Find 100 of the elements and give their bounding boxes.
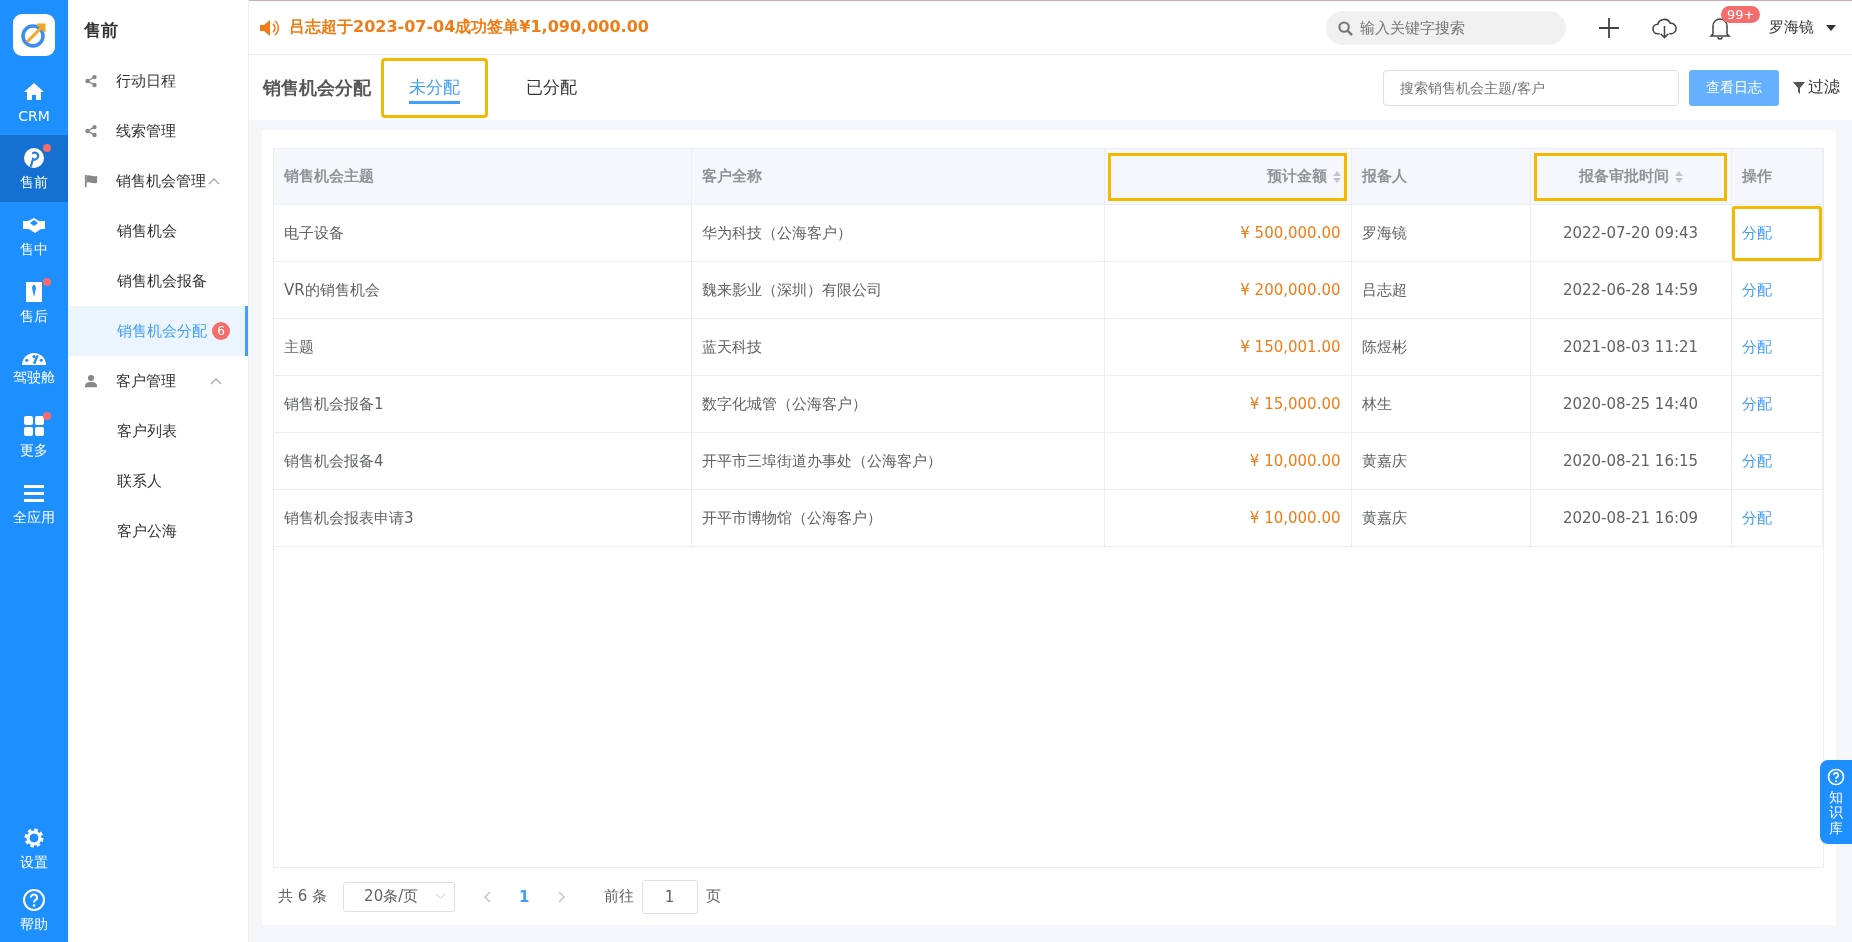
flag-icon (84, 174, 98, 188)
gauge-icon (22, 352, 46, 365)
table-cell: 陈煜彬 (1351, 318, 1530, 376)
nav-item[interactable]: 售后 (0, 269, 68, 336)
total-count: 共 6 条 (278, 887, 328, 906)
table-cell: 2020-08-21 16:15 (1530, 432, 1731, 490)
assign-link[interactable]: 分配 (1741, 280, 1772, 299)
sidebar-label: 销售机会管理 (116, 171, 206, 191)
page-input[interactable]: 1 (641, 879, 698, 914)
view-log-button[interactable]: 查看日志 (1689, 69, 1779, 106)
nav-item[interactable]: 更多 (0, 403, 68, 470)
sidebar-label: 客户公海 (117, 521, 177, 541)
sidebar-title: 售前 (83, 19, 119, 42)
sidebar-item[interactable]: 客户管理 (68, 356, 248, 406)
sidebar-label: 客户列表 (117, 421, 177, 441)
speaker-icon (259, 18, 279, 37)
table-cell: 2020-08-25 14:40 (1530, 375, 1731, 433)
table-cell: 蓝天科技 (691, 318, 1104, 376)
filter-button[interactable]: 过滤 (1793, 77, 1840, 98)
sidebar-item[interactable]: 客户列表 (68, 406, 248, 456)
sidebar-item[interactable]: 行动日程 (68, 56, 248, 106)
table-cell: 2020-08-21 16:09 (1530, 489, 1731, 547)
knowledge-base-tab[interactable]: 知识库 (1820, 760, 1852, 845)
column-header: 报备人 (1351, 149, 1530, 205)
table-cell: 林生 (1351, 375, 1530, 433)
assign-link[interactable]: 分配 (1741, 394, 1772, 413)
page-size-select[interactable]: 20条/页 (343, 881, 456, 912)
nav-item[interactable]: 帮助 (0, 880, 68, 942)
table-cell: ¥ 15,000.00 (1104, 375, 1351, 433)
page-title: 销售机会分配 (263, 75, 371, 100)
sidebar-item[interactable]: 客户公海 (68, 506, 248, 556)
search-field[interactable]: 搜索销售机会主题/客户 (1383, 69, 1679, 106)
table-cell: 2022-07-20 09:43 (1530, 204, 1731, 262)
assign-link[interactable]: 分配 (1741, 451, 1772, 470)
assign-link[interactable]: 分配 (1741, 337, 1772, 356)
sidebar-item[interactable]: 联系人 (68, 456, 248, 506)
sidebar-label: 销售机会 (117, 221, 177, 241)
table-cell: 2022-06-28 14:59 (1530, 261, 1731, 319)
table-cell: 开平市博物馆（公海客户） (691, 489, 1104, 547)
nav-item[interactable]: 全应用 (0, 470, 68, 537)
share-icon (84, 124, 98, 138)
table-cell: 销售机会报备1 (274, 375, 691, 433)
goto-label: 前往 (603, 887, 634, 906)
sidebar-label: 销售机会报备 (117, 271, 207, 291)
tab[interactable]: 已分配 (498, 57, 605, 118)
settings-icon (22, 826, 46, 850)
search-icon (1338, 20, 1353, 36)
sidebar-label: 行动日程 (116, 71, 176, 91)
assign-link[interactable]: 分配 (1741, 223, 1772, 242)
sidebar-label: 联系人 (117, 471, 162, 491)
chevron-icon (435, 893, 447, 900)
table-cell: 电子设备 (274, 204, 691, 262)
tab[interactable]: 未分配 (381, 57, 488, 118)
page-number[interactable]: 1 (519, 887, 530, 906)
help-icon (1827, 768, 1845, 786)
user-menu[interactable]: 罗海镜 (1769, 18, 1836, 37)
table-cell: 主题 (274, 318, 691, 376)
table-cell: ¥ 200,000.00 (1104, 261, 1351, 319)
table-cell: VR的销售机会 (274, 261, 691, 319)
nav-item[interactable]: 售中 (0, 202, 68, 269)
column-header: 销售机会主题 (274, 149, 691, 205)
cloud-download-icon[interactable] (1652, 16, 1677, 39)
column-header[interactable]: 预计金额 (1104, 149, 1351, 205)
table-cell: 2021-08-03 11:21 (1530, 318, 1731, 376)
table-cell: ¥ 10,000.00 (1104, 432, 1351, 490)
sidebar-item[interactable]: 销售机会管理 (68, 156, 248, 206)
caret-icon (1826, 24, 1836, 31)
sidebar-label: 客户管理 (116, 371, 176, 391)
search-field[interactable]: 输入关键字搜索 (1326, 10, 1566, 45)
table-cell: 黄嘉庆 (1351, 489, 1530, 547)
nav-item[interactable]: 驾驶舱 (0, 336, 68, 403)
column-header: 操作 (1731, 149, 1823, 205)
table-cell: 数字化城管（公海客户） (691, 375, 1104, 433)
sidebar-item[interactable]: 销售机会分配 6 (68, 306, 248, 356)
table-cell: ¥ 150,001.00 (1104, 318, 1351, 376)
count-badge: 6 (212, 322, 230, 340)
notification-badge: 99+ (1721, 5, 1761, 23)
help-icon (22, 888, 46, 912)
table-cell: 销售机会报表申请3 (274, 489, 691, 547)
page-unit: 页 (705, 887, 721, 906)
table-cell: 销售机会报备4 (274, 432, 691, 490)
sidebar-item[interactable]: 销售机会 (68, 206, 248, 256)
table-cell: 吕志超 (1351, 261, 1530, 319)
nav-item[interactable]: 售前 (0, 135, 68, 202)
sidebar-item[interactable]: 线索管理 (68, 106, 248, 156)
table-cell: 魏来影业（深圳）有限公司 (691, 261, 1104, 319)
sidebar-label: 线索管理 (116, 121, 176, 141)
nav-item[interactable]: CRM (0, 68, 68, 135)
grid-icon (22, 413, 46, 438)
pin-icon (22, 145, 46, 170)
funnel-icon (1793, 81, 1805, 94)
user-icon (84, 374, 98, 388)
table-cell: 开平市三埠街道办事处（公海客户） (691, 432, 1104, 490)
plus-icon[interactable] (1598, 16, 1620, 39)
assign-link[interactable]: 分配 (1741, 508, 1772, 527)
column-header[interactable]: 报备审批时间 (1530, 149, 1731, 205)
nav-item[interactable]: 设置 (0, 818, 68, 880)
table-cell: 华为科技（公海客户） (691, 204, 1104, 262)
sidebar-item[interactable]: 销售机会报备 (68, 256, 248, 306)
table-cell: ¥ 500,000.00 (1104, 204, 1351, 262)
